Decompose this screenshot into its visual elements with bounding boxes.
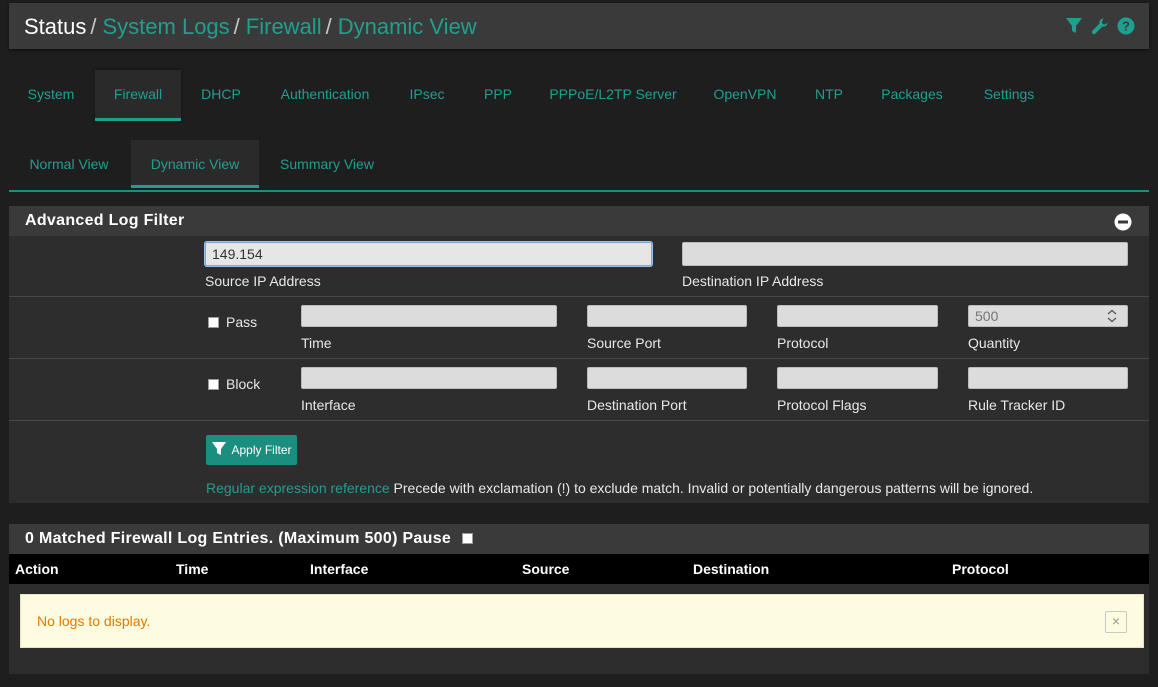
results-title: 0 Matched Firewall Log Entries. (Maximum… (25, 530, 452, 547)
filter-row-ip: Source IP Address Destination IP Address (9, 236, 1149, 296)
close-icon[interactable]: × (1105, 611, 1127, 633)
tab-summary-view[interactable]: Summary View (271, 140, 383, 188)
firewall-log-panel: 0 Matched Firewall Log Entries. (Maximum… (9, 524, 1149, 674)
breadcrumb-system-logs[interactable]: System Logs (103, 14, 230, 39)
destination-port-input[interactable] (587, 367, 747, 389)
column-destination: Destination (693, 561, 770, 577)
destination-port-label: Destination Port (587, 397, 687, 413)
interface-input[interactable] (301, 367, 557, 389)
filter-icon (211, 441, 227, 460)
tab-normal-view[interactable]: Normal View (19, 140, 119, 188)
filter-panel-heading: Advanced Log Filter (9, 206, 1149, 236)
rule-tracker-label: Rule Tracker ID (968, 397, 1066, 413)
wrench-icon[interactable] (1091, 17, 1109, 35)
destination-ip-label: Destination IP Address (682, 273, 824, 289)
breadcrumb-separator: / (233, 14, 240, 39)
pause-checkbox[interactable] (461, 533, 473, 544)
rule-tracker-input[interactable] (968, 367, 1128, 389)
tab-authentication[interactable]: Authentication (273, 70, 377, 118)
source-ip-input[interactable] (205, 242, 652, 266)
breadcrumb-dynamic-view[interactable]: Dynamic View (338, 14, 477, 39)
source-ip-label: Source IP Address (205, 273, 321, 289)
interface-label: Interface (301, 397, 356, 413)
view-tabs: Normal View Dynamic View Summary View (9, 140, 1149, 192)
help-icon[interactable]: ? (1117, 17, 1135, 35)
column-action: Action (15, 561, 59, 577)
breadcrumb-firewall[interactable]: Firewall (246, 14, 322, 39)
protocol-label: Protocol (777, 335, 829, 351)
results-panel-heading: 0 Matched Firewall Log Entries. (Maximum… (9, 524, 1149, 554)
filter-icon[interactable] (1065, 17, 1083, 35)
apply-filter-label: Apply Filter (231, 443, 292, 457)
time-label: Time (301, 335, 332, 351)
tab-dhcp[interactable]: DHCP (195, 70, 247, 118)
apply-filter-button[interactable]: Apply Filter (206, 435, 297, 465)
tab-pppoe-l2tp-server[interactable]: PPPoE/L2TP Server (545, 70, 681, 118)
protocol-flags-label: Protocol Flags (777, 397, 867, 413)
tab-ntp[interactable]: NTP (809, 70, 849, 118)
block-checkbox[interactable] (208, 379, 219, 390)
breadcrumb-separator: / (90, 14, 97, 39)
no-logs-message: No logs to display. (37, 613, 151, 629)
tab-system[interactable]: System (19, 70, 83, 118)
filter-panel-title: Advanced Log Filter (25, 212, 185, 229)
pass-label: Pass (226, 314, 258, 330)
column-protocol: Protocol (952, 561, 1009, 577)
log-table-header: Action Time Interface Source Destination… (9, 554, 1149, 584)
destination-ip-input[interactable] (682, 242, 1128, 266)
svg-text:?: ? (1122, 19, 1130, 34)
column-interface: Interface (310, 561, 369, 577)
breadcrumb-status: Status (24, 14, 87, 39)
protocol-flags-input[interactable] (777, 367, 938, 389)
breadcrumb: Status / System Logs / Firewall / Dynamic View (24, 14, 477, 40)
filter-row-block: Block Interface Destination Port Protoco… (9, 358, 1149, 421)
filter-hint: Regular expression reference Precede wit… (206, 480, 1033, 496)
time-input[interactable] (301, 305, 557, 327)
quantity-stepper[interactable] (968, 305, 1128, 327)
protocol-input[interactable] (777, 305, 938, 327)
main-tabs: System Firewall DHCP Authentication IPse… (9, 70, 1149, 121)
advanced-log-filter-panel: Advanced Log Filter Source IP Address De… (9, 206, 1149, 503)
breadcrumb-separator: / (325, 14, 332, 39)
page-header: Status / System Logs / Firewall / Dynamic View… (9, 3, 1149, 49)
spinner-arrows-icon[interactable] (1106, 309, 1118, 328)
column-time: Time (176, 561, 209, 577)
hint-text: Precede with exclamation (!) to exclude … (389, 480, 1034, 496)
tab-openvpn[interactable]: OpenVPN (709, 70, 781, 118)
tab-firewall[interactable]: Firewall (95, 70, 181, 121)
quantity-label: Quantity (968, 335, 1021, 351)
tab-ppp[interactable]: PPP (478, 70, 518, 118)
filter-row-pass: Pass Time Source Port Protocol Quantity (9, 296, 1149, 359)
source-port-input[interactable] (587, 305, 747, 327)
no-logs-alert: No logs to display. × (20, 594, 1144, 648)
tab-settings[interactable]: Settings (976, 70, 1042, 118)
tab-packages[interactable]: Packages (875, 70, 949, 118)
column-source: Source (522, 561, 570, 577)
regex-reference-link[interactable]: Regular expression reference (206, 480, 390, 496)
tab-ipsec[interactable]: IPsec (404, 70, 450, 118)
block-label: Block (226, 376, 261, 392)
tab-dynamic-view[interactable]: Dynamic View (131, 140, 259, 188)
pass-checkbox[interactable] (208, 317, 219, 328)
source-port-label: Source Port (587, 335, 661, 351)
